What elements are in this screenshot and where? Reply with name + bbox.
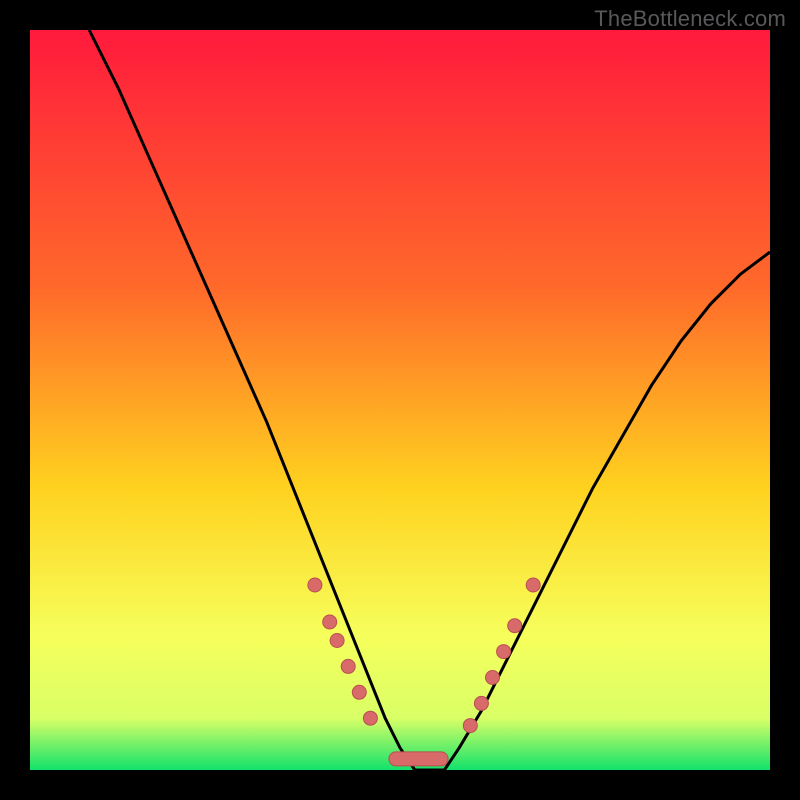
chart-stage: TheBottleneck.com: [0, 0, 800, 800]
data-point: [308, 578, 322, 592]
data-point: [341, 659, 355, 673]
watermark-text: TheBottleneck.com: [594, 6, 786, 32]
data-point: [526, 578, 540, 592]
data-point: [363, 711, 377, 725]
data-point: [486, 671, 500, 685]
data-point: [330, 634, 344, 648]
bottleneck-chart: [0, 0, 800, 800]
plateau-marker: [389, 752, 448, 766]
data-point: [352, 685, 366, 699]
data-point: [323, 615, 337, 629]
data-point: [474, 696, 488, 710]
data-point: [497, 645, 511, 659]
data-point: [463, 719, 477, 733]
data-point: [508, 619, 522, 633]
